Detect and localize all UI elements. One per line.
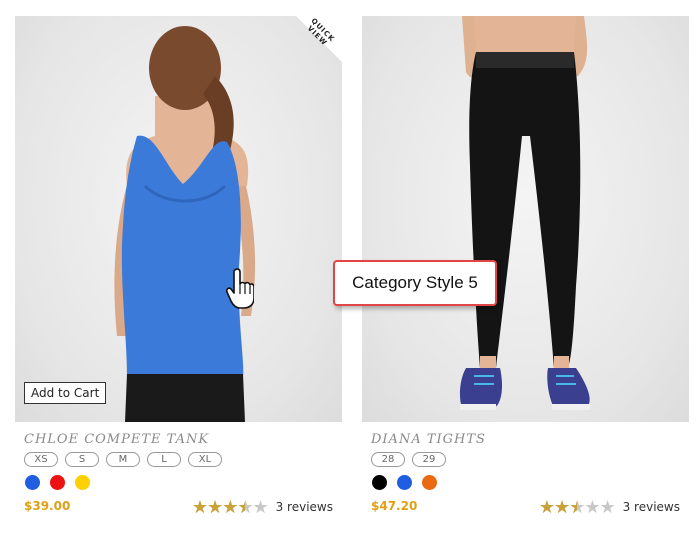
rating: ★★★★★★★★★★ 3 reviews [192, 498, 333, 516]
product-price: $47.20 [371, 499, 418, 513]
size-option-m[interactable]: M [106, 452, 140, 467]
size-options: 28 29 [371, 452, 689, 468]
product-image-diana[interactable] [362, 16, 689, 422]
size-option-29[interactable]: 29 [412, 452, 446, 467]
star-rating: ★★★★★★★★★★ [191, 497, 269, 517]
size-option-xs[interactable]: XS [24, 452, 58, 467]
size-option-l[interactable]: L [147, 452, 181, 467]
product-image-chloe[interactable]: QUICK VIEW Add to Cart [15, 16, 342, 422]
reviews-link[interactable]: 3 reviews [623, 500, 680, 514]
color-swatch-orange[interactable] [422, 475, 437, 490]
size-option-xl[interactable]: XL [188, 452, 222, 467]
tank-top-model-photo [114, 26, 256, 422]
product-name[interactable]: Chloe Compete Tank [24, 432, 342, 448]
add-to-cart-button[interactable]: Add to Cart [24, 382, 107, 404]
color-swatches [25, 475, 342, 490]
tights-model-photo [459, 16, 590, 410]
color-swatch-yellow[interactable] [75, 475, 90, 490]
color-swatch-blue[interactable] [397, 475, 412, 490]
product-card-chloe[interactable]: QUICK VIEW Add to Cart Chloe Compete Tan… [15, 16, 342, 516]
product-price: $39.00 [24, 499, 71, 513]
star-rating: ★★★★★★★★★★ [538, 497, 616, 517]
size-option-28[interactable]: 28 [371, 452, 405, 467]
rating: ★★★★★★★★★★ 3 reviews [539, 498, 680, 516]
color-swatch-blue[interactable] [25, 475, 40, 490]
category-style-callout: Category Style 5 [333, 260, 497, 306]
color-swatch-red[interactable] [50, 475, 65, 490]
product-name[interactable]: Diana Tights [371, 432, 689, 448]
hand-pointer-icon [226, 268, 254, 309]
size-options: XS S M L XL [24, 452, 342, 468]
color-swatches [372, 475, 689, 490]
color-swatch-black[interactable] [372, 475, 387, 490]
reviews-link[interactable]: 3 reviews [276, 500, 333, 514]
size-option-s[interactable]: S [65, 452, 99, 467]
